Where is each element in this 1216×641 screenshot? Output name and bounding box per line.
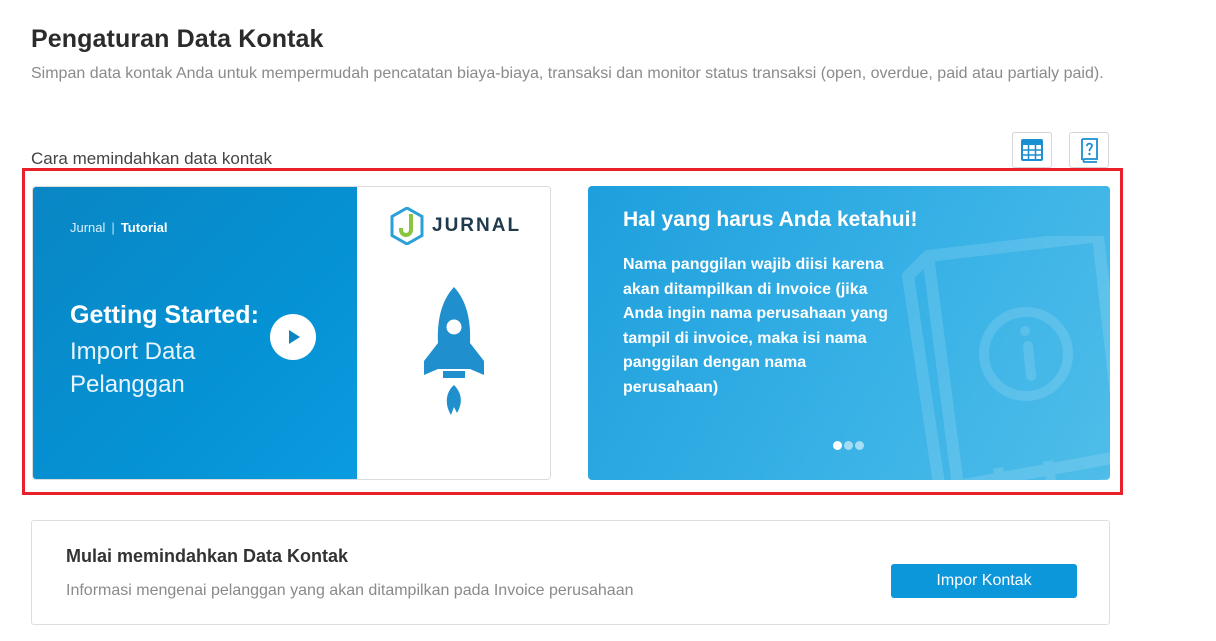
video-brand-separator: | xyxy=(111,220,115,235)
play-icon xyxy=(289,330,300,344)
video-logo-panel: JURNAL xyxy=(357,187,550,479)
help-guide-button[interactable] xyxy=(1069,132,1109,168)
info-text: Nama panggilan wajib diisi karena akan d… xyxy=(623,256,888,396)
spreadsheet-icon xyxy=(1021,139,1043,161)
help-book-icon xyxy=(1081,138,1098,163)
page-description: Simpan data kontak Anda untuk mempermuda… xyxy=(31,65,1104,82)
play-button[interactable] xyxy=(270,314,316,360)
video-heading: Getting Started: xyxy=(70,301,259,329)
spreadsheet-button[interactable] xyxy=(1012,132,1052,168)
video-category: Tutorial xyxy=(120,220,168,235)
video-thumbnail: Jurnal | Tutorial Getting Started: Import … xyxy=(33,187,357,479)
section-label: Cara memindahkan data kontak xyxy=(31,149,272,168)
import-description: Informasi mengenai pelanggan yang akan d… xyxy=(66,582,634,599)
video-brand-line: Jurnal | Tutorial xyxy=(70,220,168,235)
info-book-icon xyxy=(902,236,1110,480)
carousel-dots xyxy=(833,441,864,450)
info-carousel-card: Hal yang harus Anda ketahui! Nama panggi… xyxy=(588,186,1110,480)
carousel-dot-1[interactable] xyxy=(833,441,842,450)
page-title: Pengaturan Data Kontak xyxy=(31,25,324,53)
jurnal-logo-icon xyxy=(390,207,424,245)
info-title: Hal yang harus Anda ketahui! xyxy=(623,208,918,231)
import-title: Mulai memindahkan Data Kontak xyxy=(66,546,349,566)
contact-settings-page: Pengaturan Data Kontak Simpan data konta… xyxy=(0,0,1216,641)
tutorial-video-card[interactable]: Jurnal | Tutorial Getting Started: Import … xyxy=(32,186,551,480)
import-contacts-button[interactable]: Impor Kontak xyxy=(891,564,1077,598)
jurnal-logo-text: JURNAL xyxy=(432,215,522,236)
video-brand: Jurnal xyxy=(70,220,106,235)
rocket-icon xyxy=(424,287,484,415)
carousel-dot-2[interactable] xyxy=(844,441,853,450)
jurnal-logo: JURNAL xyxy=(390,207,521,245)
carousel-dot-3[interactable] xyxy=(855,441,864,450)
video-subheading: Import Data Pelanggan xyxy=(70,338,196,398)
import-panel: Mulai memindahkan Data Kontak Informasi … xyxy=(31,520,1110,625)
